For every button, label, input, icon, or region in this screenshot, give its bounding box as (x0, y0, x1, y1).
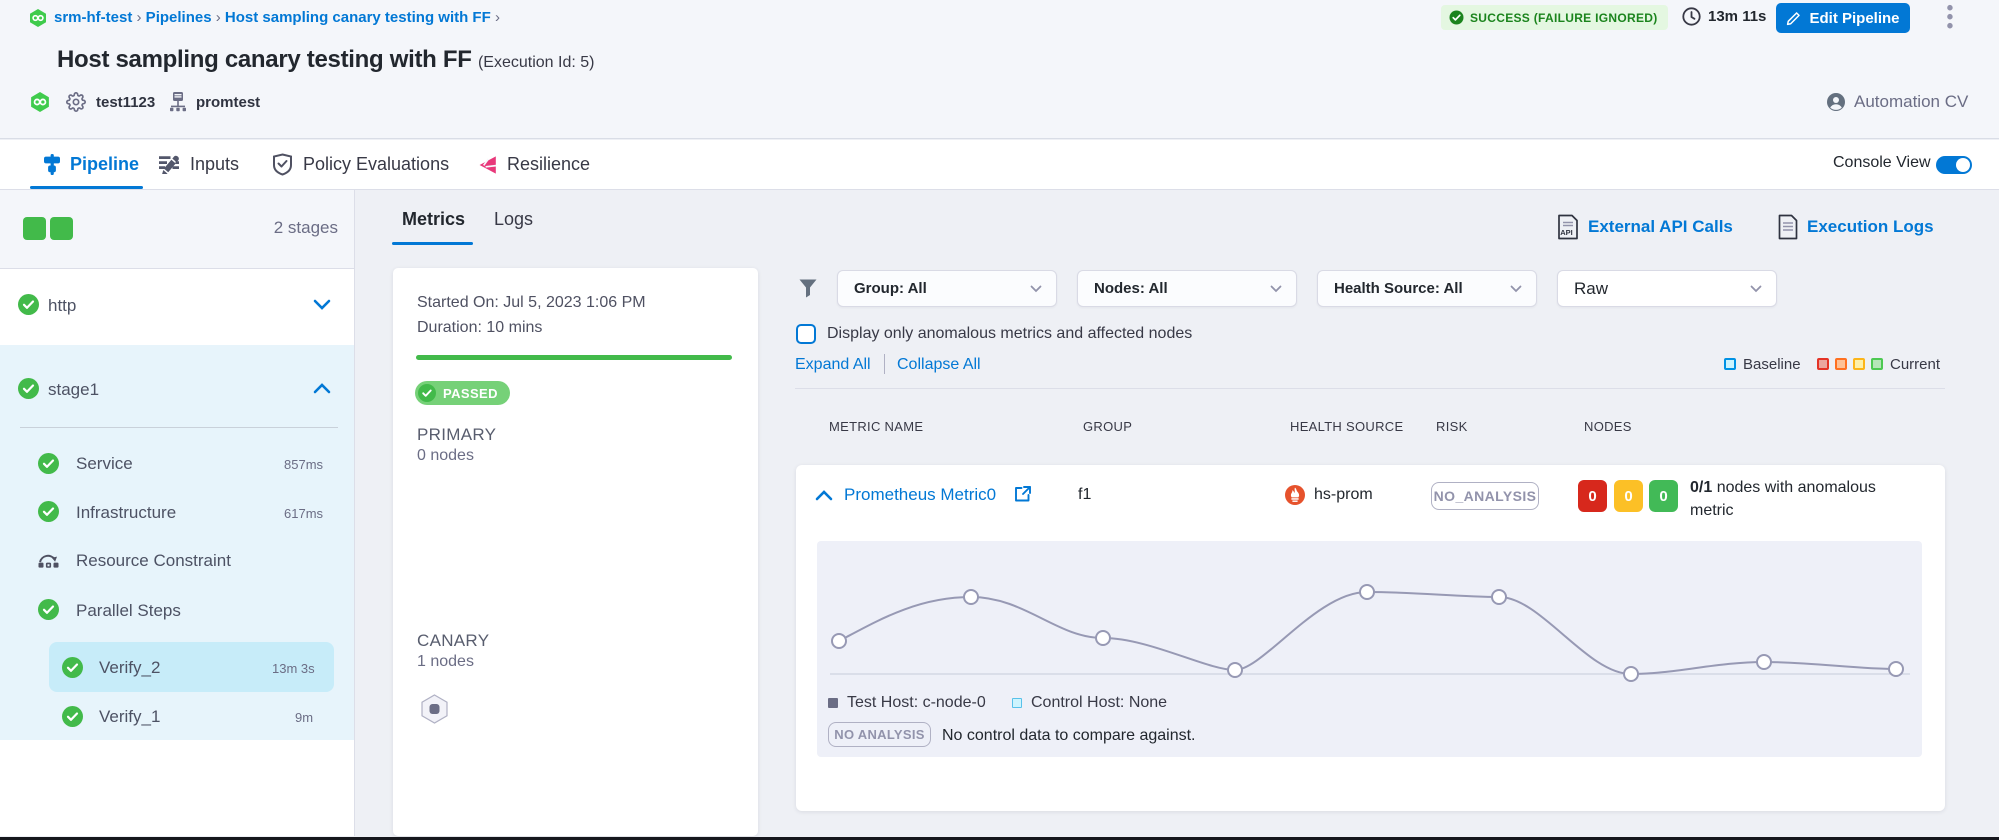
svg-text:API: API (1560, 228, 1573, 237)
